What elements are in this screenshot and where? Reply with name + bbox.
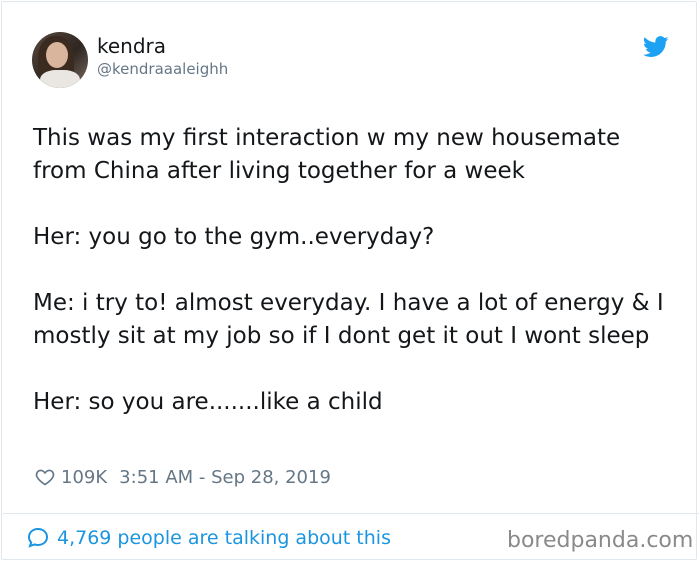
avatar-shirt [40,70,80,88]
watermark: boredpanda.com [507,528,694,553]
twitter-bird-icon[interactable] [643,36,669,58]
conversation-link[interactable]: 4,769 people are talking about this [26,526,391,550]
author-name[interactable]: kendra [97,34,166,58]
tweet-card: kendra @kendraaaleighh This was my first… [1,1,699,560]
heart-icon[interactable] [35,467,55,487]
tweet-meta: 109K 3:51 AM - Sep 28, 2019 [35,464,331,490]
tweet-paragraph: This was my first interaction w my new h… [33,125,621,184]
tweet-paragraph: Her: you go to the gym..everyday? [33,224,435,250]
tweet-paragraph: Her: so you are.......like a child [33,389,383,415]
conversation-text[interactable]: 4,769 people are talking about this [57,527,391,549]
avatar[interactable] [32,32,88,88]
divider [3,513,699,514]
tweet-text: This was my first interaction w my new h… [33,122,673,452]
author-handle[interactable]: @kendraaaleighh [97,60,228,78]
avatar-face [46,42,68,68]
speech-bubble-icon [27,527,49,548]
tweet-paragraph: Me: i try to! almost everyday. I have a … [33,290,664,349]
tweet-timestamp[interactable]: 3:51 AM - Sep 28, 2019 [119,467,331,488]
like-count[interactable]: 109K [61,467,107,488]
